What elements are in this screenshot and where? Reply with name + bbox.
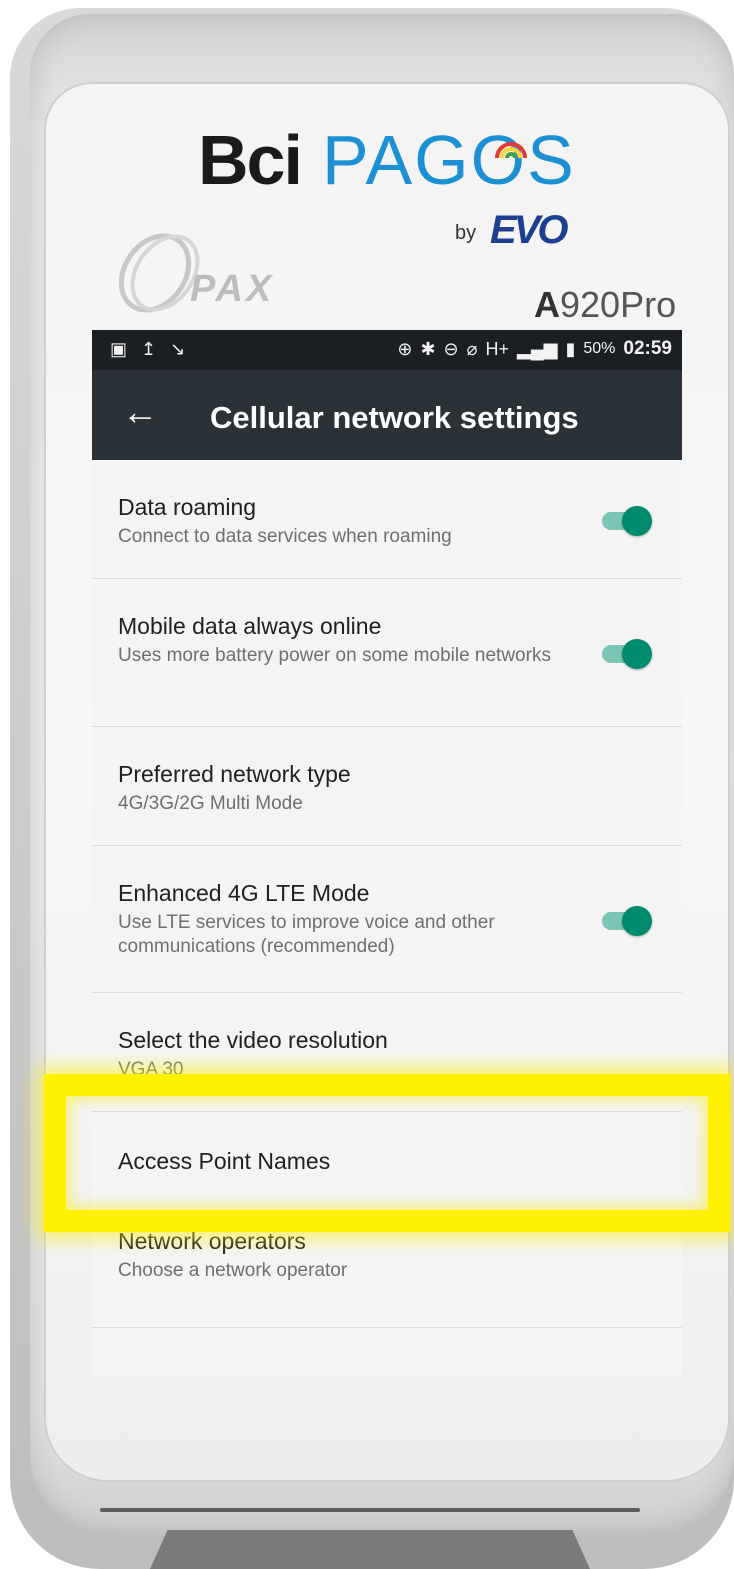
model-label-rest: 920Pro <box>560 284 677 325</box>
setting-data-roaming[interactable]: Data roaming Connect to data services wh… <box>92 460 682 579</box>
setting-subtitle: Connect to data services when roaming <box>118 526 452 547</box>
setting-title: Preferred network type <box>118 761 351 787</box>
signal-icon: ▂▄▆ <box>517 339 558 359</box>
rainbow-icon <box>495 142 527 159</box>
setting-subtitle: Choose a network operator <box>118 1260 348 1281</box>
data-roaming-toggle[interactable] <box>602 506 652 536</box>
missed-call-icon: ↘ <box>170 339 186 359</box>
setting-title: Enhanced 4G LTE Mode <box>118 880 370 906</box>
setting-enhanced-4g-lte-mode[interactable]: Enhanced 4G LTE Mode Use LTE services to… <box>92 846 682 993</box>
model-label: A920Pro <box>534 284 676 326</box>
clock: 02:59 <box>623 338 672 359</box>
bci-logo-text: Bci <box>198 121 303 199</box>
setting-title: Network operators <box>118 1228 306 1254</box>
status-bar: ▣ ↥ ↘ ⊕ ✱ ⊖ ⌀ H+ ▂▄▆ ▮ 50% 02:59 <box>92 330 682 370</box>
data-saver-icon: ⊕ <box>397 339 413 359</box>
setting-subtitle: Use LTE services to improve voice and ot… <box>118 912 495 957</box>
page-title: Cellular network settings <box>210 400 579 435</box>
highlight-box <box>44 1074 730 1232</box>
pax-logo-text: PAX <box>190 268 275 310</box>
bluetooth-icon: ✱ <box>420 339 436 359</box>
setting-network-operators[interactable]: Network operators Choose a network opera… <box>92 1216 682 1328</box>
battery-icon: ▮ <box>565 339 576 359</box>
enhanced-4g-lte-toggle[interactable] <box>602 906 652 936</box>
model-label-bold: A <box>534 284 560 325</box>
network-type: H+ <box>485 339 509 359</box>
setting-title: Select the video resolution <box>118 1027 388 1053</box>
app-bar: ← Cellular network settings <box>92 370 682 460</box>
mobile-data-always-online-toggle[interactable] <box>602 639 652 669</box>
setting-subtitle: Uses more battery power on some mobile n… <box>118 645 551 666</box>
setting-subtitle: 4G/3G/2G Multi Mode <box>118 793 303 814</box>
arrow-left-icon[interactable]: ← <box>122 392 158 432</box>
terminal-base <box>150 1530 590 1569</box>
setting-mobile-data-always-online[interactable]: Mobile data always online Uses more batt… <box>92 579 682 727</box>
battery-percent: 50% <box>583 340 616 357</box>
image-icon: ▣ <box>110 339 128 359</box>
do-not-disturb-icon: ⊖ <box>443 339 459 359</box>
card-slot <box>100 1508 640 1512</box>
wifi-off-icon: ⌀ <box>466 339 478 359</box>
setting-title: Data roaming <box>118 494 257 520</box>
by-label: by <box>455 222 477 244</box>
setting-title: Mobile data always online <box>118 613 382 639</box>
evo-logo: EVO <box>490 208 569 252</box>
pagos-logo-text: PAGOS <box>322 121 576 199</box>
setting-preferred-network-type[interactable]: Preferred network type 4G/3G/2G Multi Mo… <box>92 727 682 846</box>
upload-icon: ↥ <box>141 339 157 359</box>
